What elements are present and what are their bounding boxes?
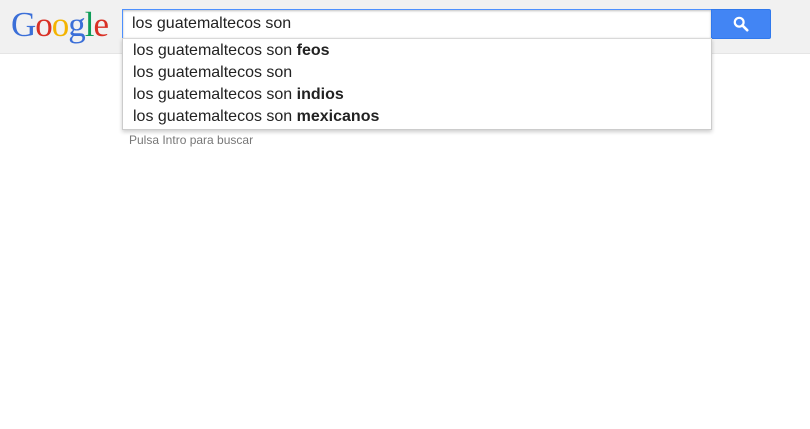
search-button[interactable] [711, 9, 771, 39]
suggestion-prefix: los guatemaltecos son [133, 108, 297, 125]
logo-letter: o [51, 5, 69, 44]
suggestion-prefix: los guatemaltecos son [133, 42, 297, 59]
logo-letter: g [68, 5, 85, 44]
search-icon [733, 16, 749, 32]
suggestion-item[interactable]: los guatemaltecos son [123, 62, 711, 84]
autocomplete-list: los guatemaltecos son feos los guatemalt… [122, 38, 712, 130]
suggestion-prefix: los guatemaltecos son [133, 86, 297, 103]
suggestion-completion: mexicanos [296, 108, 380, 125]
google-search-page: Google los guatemaltecos son feos los gu… [0, 0, 810, 429]
suggestion-completion: indios [296, 86, 344, 103]
suggestion-completion: feos [296, 42, 330, 59]
logo-letter: l [84, 5, 95, 44]
suggestion-item[interactable]: los guatemaltecos son feos [123, 40, 711, 62]
logo-letter: o [35, 5, 52, 44]
suggestion-item[interactable]: los guatemaltecos son indios [123, 84, 711, 106]
logo-letter: e [93, 5, 110, 44]
google-logo[interactable]: Google [11, 5, 110, 45]
press-enter-hint: Pulsa Intro para buscar [129, 133, 254, 147]
search-input[interactable] [123, 10, 711, 38]
suggestion-item[interactable]: los guatemaltecos son mexicanos [123, 106, 711, 128]
logo-letter: G [11, 5, 36, 44]
suggestion-prefix: los guatemaltecos son [133, 64, 293, 81]
list-padding [123, 128, 711, 129]
search-box[interactable] [122, 9, 712, 39]
